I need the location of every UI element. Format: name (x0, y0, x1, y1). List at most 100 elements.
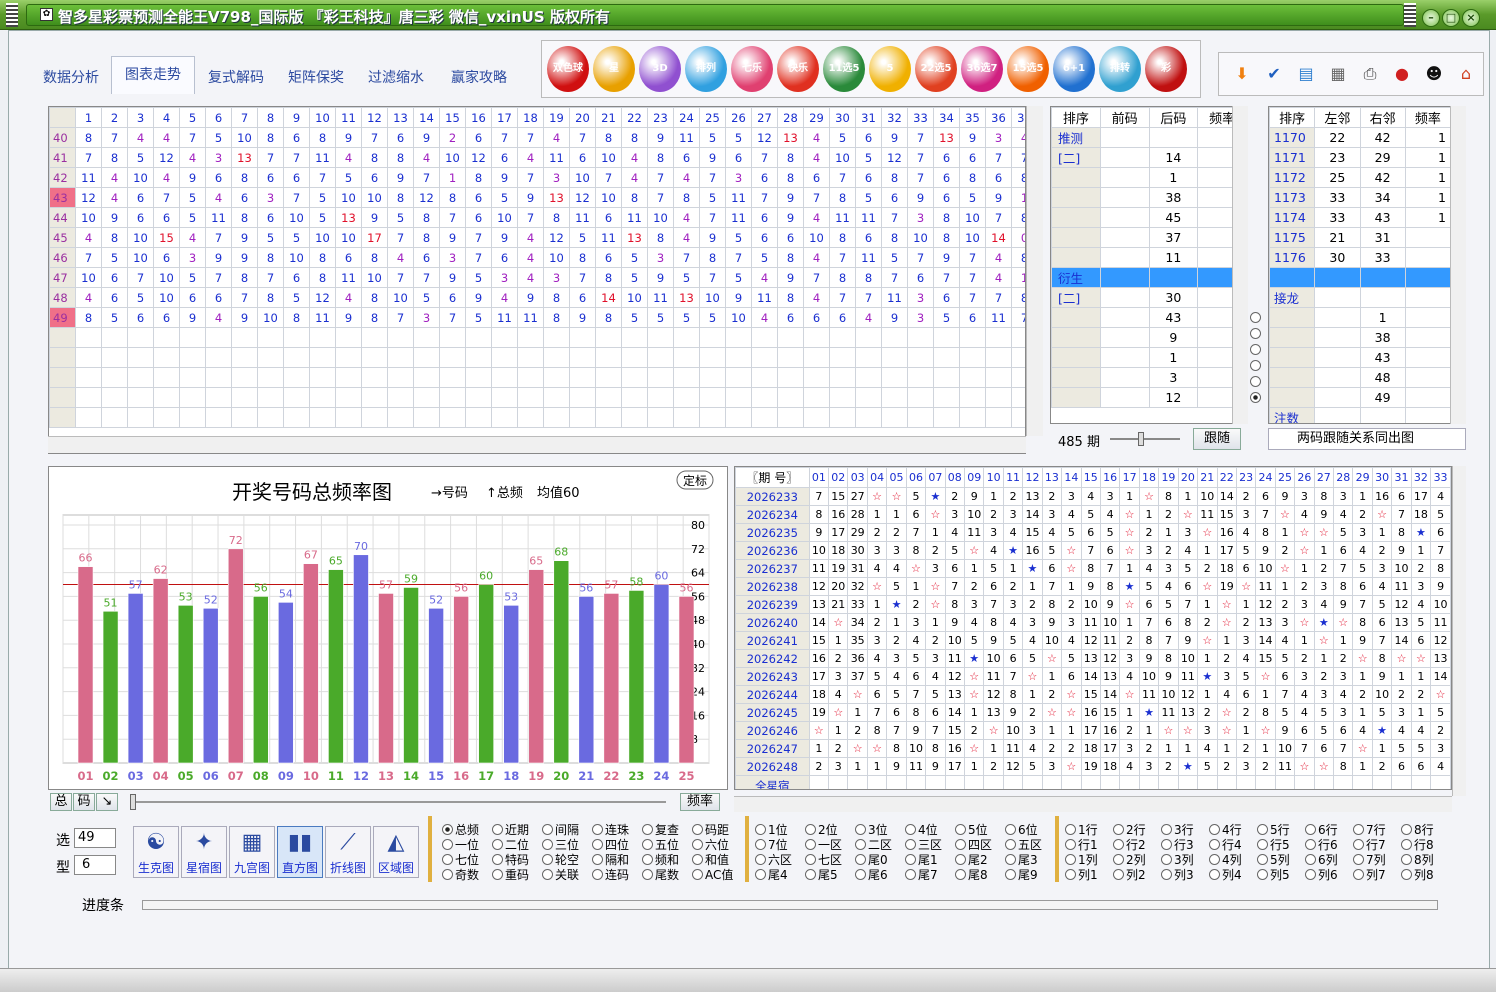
option-radio[interactable]: 尾8 (955, 866, 988, 883)
period-row[interactable]: 2026247 1 2 ☆ ☆ 8 10 8 16 ☆ 1 11 4 2 2 18 17 3 2 1 1 4 1 2 1 10 7 6… (735, 739, 1451, 758)
neighbor-row[interactable]: 1172 25 42 1 (1269, 167, 1452, 188)
maximize-icon[interactable]: □ (1442, 9, 1460, 27)
grid-column-header[interactable]: 19 (543, 107, 570, 128)
grid-column-header[interactable]: 22 (621, 107, 648, 128)
lottery-icon[interactable]: 15选5 (1007, 46, 1049, 92)
period-column-header[interactable]: 20 (1177, 467, 1199, 488)
row-radio-dot[interactable] (1250, 344, 1261, 355)
neighbor-row[interactable]: 1 (1269, 307, 1452, 328)
lottery-icon[interactable]: 星 (593, 46, 635, 92)
period-row[interactable]: 2026243 17 3 37 5 4 6 4 12 ☆ 11 7 ☆ 1 6 14 13 4 10 9 11 ★ 3 5 ☆ 6… (735, 667, 1451, 686)
grid-column-header[interactable]: 8 (257, 107, 284, 128)
row-radio-dot[interactable] (1250, 328, 1261, 339)
period-row[interactable]: 2026245 19 ☆ 1 7 6 8 6 14 1 13 9 2 ☆ ☆ 16 15 1 ★ 11 13 2 ☆ 2 8 5 4… (735, 703, 1451, 722)
code-button[interactable]: 码 (73, 793, 95, 811)
lottery-icon[interactable]: 6+1 (1053, 46, 1095, 92)
follow-row[interactable]: 12 (1051, 387, 1247, 408)
view-button-bar-chart[interactable]: ▮▮ 直方图 (277, 826, 323, 878)
neighbor-row[interactable]: 1174 33 43 1 (1269, 207, 1452, 228)
period-column-header[interactable]: 10 (983, 467, 1004, 488)
period-column-header[interactable]: 04 (866, 467, 888, 488)
option-radio[interactable]: 列4 (1209, 866, 1242, 883)
lottery-icon[interactable]: 快乐 (777, 46, 819, 92)
neighbor-row[interactable]: 49 (1269, 387, 1452, 408)
lottery-icon[interactable]: 11选5 (823, 46, 865, 92)
follow-row[interactable]: [二] 14 (1051, 147, 1247, 168)
follow-vscrollbar[interactable] (1232, 106, 1248, 424)
neighbor-row[interactable]: 注数 (1269, 407, 1452, 423)
period-row[interactable]: 2026235 9 17 29 2 2 7 1 4 11 3 4 15 4 5 6 5 ☆ 2 1 3 ☆ 16 4 8 1 ☆ ☆ 5… (735, 523, 1451, 542)
neighbor-row[interactable]: 1171 23 29 1 (1269, 147, 1452, 168)
period-column-header[interactable]: 31 (1391, 467, 1412, 488)
neighbor-vscrollbar[interactable] (1450, 106, 1466, 424)
period-column-header[interactable]: 02 (828, 467, 849, 488)
follow-row[interactable]: 43 (1051, 307, 1247, 328)
grid-column-header[interactable]: 18 (517, 107, 544, 128)
grid-column-header[interactable]: 34 (933, 107, 960, 128)
grid-row-header[interactable]: 48 (49, 287, 76, 308)
period-column-header[interactable]: 27 (1313, 467, 1335, 488)
lottery-icon[interactable]: 彩 (1145, 46, 1187, 92)
grid-column-header[interactable]: 5 (179, 107, 206, 128)
lottery-icon[interactable]: 3D (639, 46, 681, 92)
period-vscrollbar[interactable] (1452, 466, 1466, 796)
option-radio[interactable]: 列5 (1257, 866, 1290, 883)
period-column-header[interactable]: 13 (1041, 467, 1063, 488)
period-column-header[interactable]: 18 (1138, 467, 1160, 488)
option-radio[interactable]: 尾4 (755, 866, 788, 883)
home-icon[interactable]: ⌂ (1451, 59, 1481, 89)
row-radio-dot[interactable] (1250, 312, 1261, 323)
period-column-header[interactable]: 32 (1410, 467, 1432, 488)
follow-row[interactable]: 38 (1051, 187, 1247, 208)
grid-column-header[interactable]: 36 (985, 107, 1012, 128)
period-row[interactable]: 2026248 2 3 1 1 9 11 9 17 1 2 12 5 3 ☆ 19 18 4 3 2 ★ 5 2 3 2 11 ☆ ☆… (735, 757, 1451, 776)
period-row[interactable]: 2026239 13 21 33 1 ★ 2 ☆ 8 3 7 3 2 8 2 10 9 ☆ 6 5 7 1 ☆ 1 12 2 3 4 9… (735, 595, 1451, 614)
option-radio[interactable]: 列7 (1353, 866, 1386, 883)
period-column-header[interactable]: 11 (1002, 467, 1024, 488)
grid-row-header[interactable]: 41 (49, 147, 76, 168)
view-button-yinyang[interactable]: ☯ 生克图 (133, 826, 179, 878)
period-column-header[interactable]: 05 (886, 467, 907, 488)
grid-column-header[interactable]: 3 (127, 107, 154, 128)
period-column-header[interactable]: 25 (1274, 467, 1296, 488)
lottery-icon[interactable]: 排列 (685, 46, 727, 92)
period-column-header[interactable]: 12 (1022, 467, 1043, 488)
qq-icon[interactable]: ☻ (1419, 59, 1449, 89)
follow-row[interactable]: 1 (1051, 347, 1247, 368)
grid-column-header[interactable]: 7 (231, 107, 258, 128)
period-slider[interactable] (1110, 438, 1180, 440)
total-button[interactable]: 总 (50, 793, 72, 811)
printer-icon[interactable]: ⎙ (1355, 59, 1385, 89)
grid-column-header[interactable]: 2 (101, 107, 128, 128)
period-row[interactable]: 2026246 ☆ 1 2 8 7 9 7 15 2 ☆ 10 3 1 1 17 16 2 1 ☆ ☆ 3 ☆ 1 ☆ 9 6 5 6 4… (735, 721, 1451, 740)
follow-row[interactable]: 45 (1051, 207, 1247, 228)
grid-row-header[interactable]: 47 (49, 267, 76, 288)
option-radio[interactable]: 尾9 (1005, 866, 1038, 883)
option-radio[interactable]: 连码 (592, 866, 629, 883)
grid-column-header[interactable]: 10 (309, 107, 336, 128)
period-row[interactable]: 2026244 18 4 ☆ 6 5 7 5 13 ☆ 12 8 1 2 ☆ 15 14 ☆ 11 10 12 1 4 6 1 7… (735, 685, 1451, 704)
period-column-header[interactable]: 26 (1294, 467, 1315, 488)
grid-column-header[interactable]: 28 (777, 107, 804, 128)
option-radio[interactable]: 列8 (1401, 866, 1434, 883)
period-column-header[interactable]: 29 (1352, 467, 1373, 488)
chart-slider-thumb[interactable] (130, 794, 136, 810)
grid-row-header[interactable]: 46 (49, 247, 76, 268)
grid-column-header[interactable]: 33 (907, 107, 934, 128)
neighbor-row[interactable]: 1176 30 33 (1269, 247, 1452, 268)
tab-chart-trend[interactable]: 图表走势 (111, 56, 195, 94)
grid-column-header[interactable]: 32 (881, 107, 908, 128)
follow-row[interactable]: 1 (1051, 167, 1247, 188)
chart-slider[interactable] (130, 801, 666, 803)
neighbor-row[interactable]: 1173 33 34 1 (1269, 187, 1452, 208)
tab-compound-decode[interactable]: 复式解码 (197, 60, 275, 94)
period-column-header[interactable]: 16 (1099, 467, 1121, 488)
period-column-header[interactable]: 08 (944, 467, 966, 488)
type-spinner[interactable]: 6 (74, 855, 116, 875)
period-header-label[interactable]: 〖期 号〗 (735, 467, 810, 488)
tab-data-analysis[interactable]: 数据分析 (33, 60, 109, 94)
period-row[interactable]: 2026238 12 20 32 ☆ 5 1 ☆ 7 2 6 2 1 7 1 9 8 ★ 5 4 6 ☆ 19 ☆ 11 1 2 3 8… (735, 577, 1451, 596)
grid-row-header[interactable]: 49 (49, 307, 76, 328)
period-row[interactable]: 2026241 15 1 35 3 2 4 2 10 5 9 5 4 10 4 12 11 2 8 7 9 ☆ 1 3 14 4 1… (735, 631, 1451, 650)
option-radio[interactable]: 尾数 (642, 866, 679, 883)
